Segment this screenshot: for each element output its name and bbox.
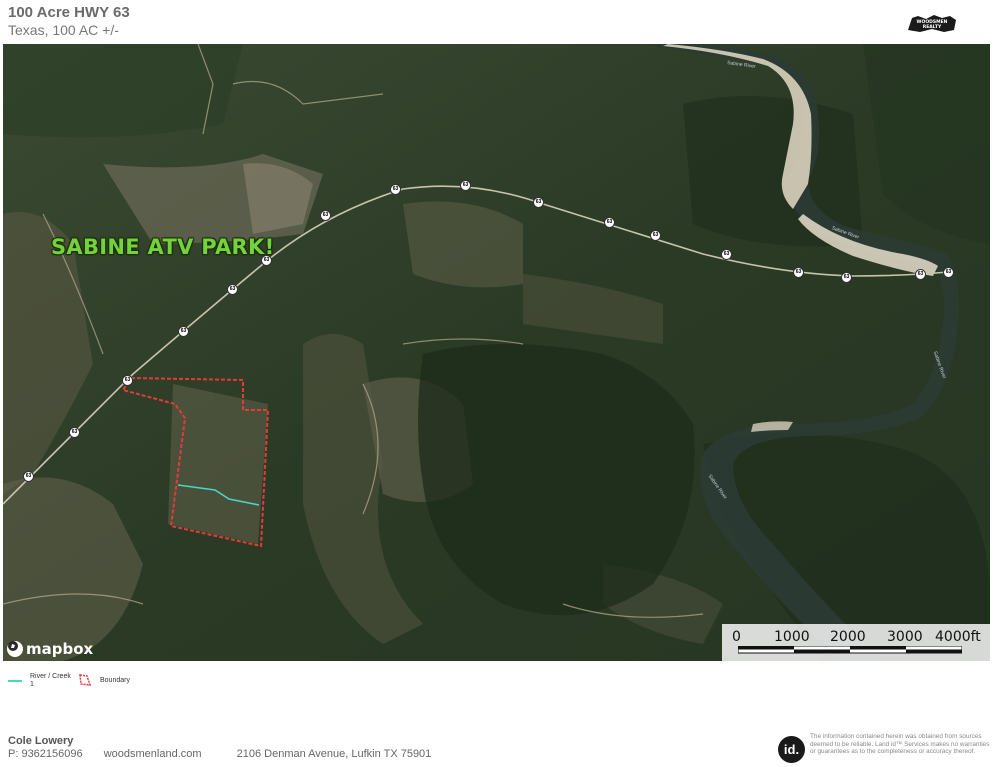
scale-label: 4000ft xyxy=(935,629,981,645)
contact-line: P: 9362156096 woodsmenland.com 2106 Denm… xyxy=(8,748,431,760)
sabine-atv-park-label: SABINE ATV PARK! xyxy=(51,235,275,259)
highway-shield: 63 xyxy=(721,249,732,260)
scale-label: 3000 xyxy=(887,629,923,645)
map-canvas xyxy=(3,44,990,661)
highway-shield: 63 xyxy=(650,230,661,241)
boundary-icon xyxy=(79,674,92,686)
highway-shield: 63 xyxy=(122,375,133,386)
scale-label: 1000 xyxy=(774,629,810,645)
highway-shield: 63 xyxy=(320,210,331,221)
highway-shield: 63 xyxy=(178,326,189,337)
highway-shield: 63 xyxy=(390,184,401,195)
line-icon xyxy=(8,680,22,682)
scale-label: 2000 xyxy=(830,629,866,645)
highway-shield: 63 xyxy=(227,284,238,295)
mapbox-text: mapbox xyxy=(26,640,94,658)
legend-sublabel: 1 xyxy=(30,681,34,688)
office-address: 2106 Denman Avenue, Lufkin TX 75901 xyxy=(236,748,432,760)
legend-label: River / Creek xyxy=(30,673,71,680)
scale-bar: 0 1000 2000 3000 4000ft xyxy=(722,624,990,661)
highway-shield: 63 xyxy=(533,197,544,208)
highway-shield: 63 xyxy=(943,267,954,278)
scale-ruler xyxy=(738,646,962,654)
map-subtitle: Texas, 100 AC +/- xyxy=(8,22,119,38)
website-link[interactable]: woodsmenland.com xyxy=(104,748,202,760)
agent-name: Cole Lowery xyxy=(8,735,74,747)
agent-phone[interactable]: P: 9362156096 xyxy=(8,748,83,760)
satellite-map[interactable]: SABINE ATV PARK! 63 63 63 63 63 63 63 63… xyxy=(3,44,990,661)
svg-text:REALTY: REALTY xyxy=(923,24,942,30)
highway-shield: 63 xyxy=(841,272,852,283)
disclaimer-text: The information contained herein was obt… xyxy=(810,733,990,756)
highway-shield: 63 xyxy=(69,427,80,438)
highway-shield: 63 xyxy=(793,267,804,278)
highway-shield: 63 xyxy=(23,471,34,482)
highway-shield: 63 xyxy=(604,217,615,228)
mapbox-logo-icon xyxy=(7,641,23,657)
legend-label: Boundary xyxy=(100,677,130,684)
land-id-logo: id. xyxy=(778,736,805,763)
woodsmen-realty-logo: WOODSMEN REALTY xyxy=(908,15,956,32)
highway-shield: 63 xyxy=(915,269,926,280)
highway-shield: 63 xyxy=(261,255,272,266)
highway-shield: 63 xyxy=(460,180,471,191)
mapbox-attribution[interactable]: mapbox xyxy=(7,640,93,658)
scale-label: 0 xyxy=(732,629,741,645)
map-title: 100 Acre HWY 63 xyxy=(8,4,130,21)
